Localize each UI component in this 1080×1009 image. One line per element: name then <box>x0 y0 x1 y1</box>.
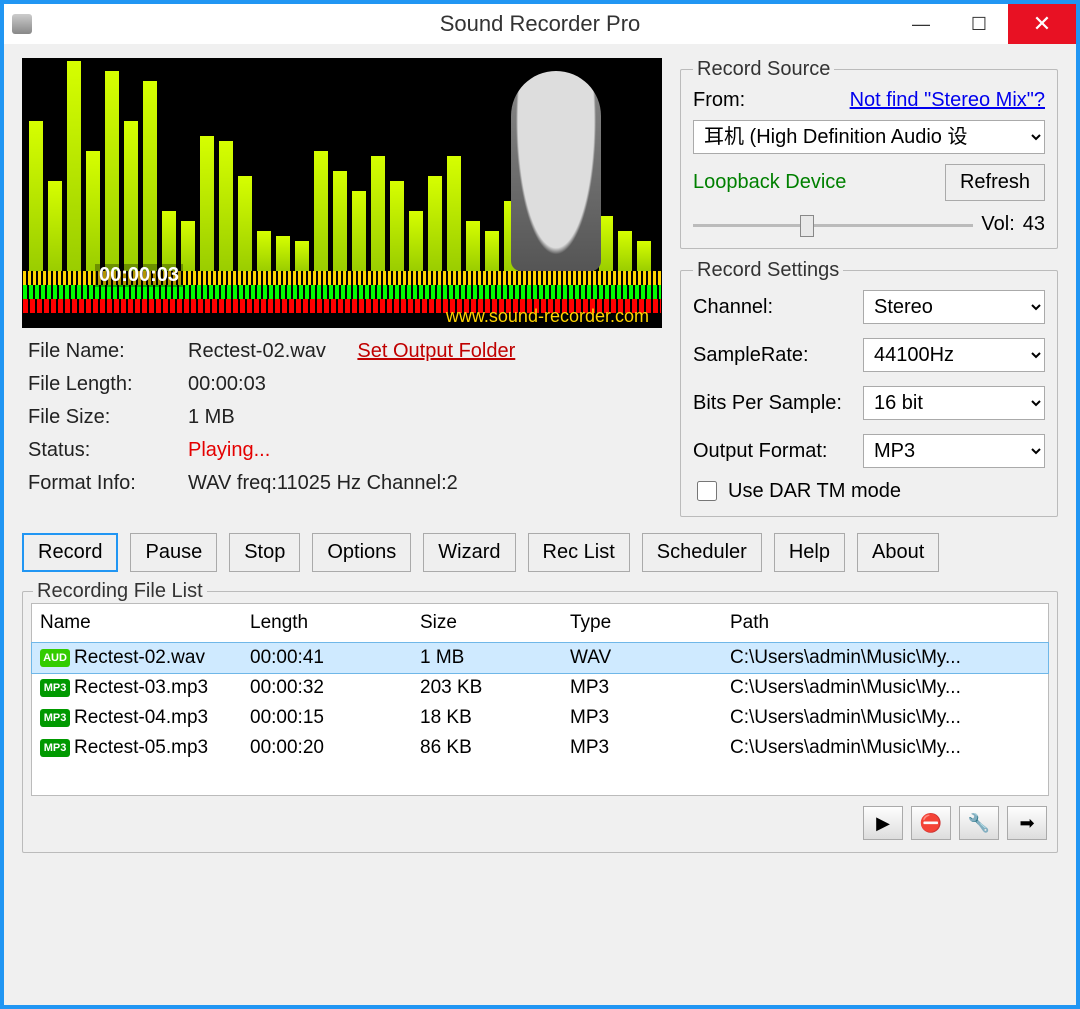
record-source-group: Record Source From: Not find "Stereo Mix… <box>680 58 1058 249</box>
output-format-select[interactable]: MP3 <box>863 434 1045 468</box>
titlebar: Sound Recorder Pro — ☐ ✕ <box>4 4 1076 44</box>
app-window: Sound Recorder Pro — ☐ ✕ 00:00:03 www.so… <box>0 0 1080 1009</box>
format-info-value: WAV freq:11025 Hz Channel:2 <box>188 472 656 495</box>
minimize-button[interactable]: — <box>892 4 950 44</box>
col-size[interactable]: Size <box>420 612 570 634</box>
about-button[interactable]: About <box>857 533 939 572</box>
volume-slider[interactable] <box>693 215 973 235</box>
dar-tm-label: Use DAR TM mode <box>728 480 901 503</box>
scheduler-button[interactable]: Scheduler <box>642 533 762 572</box>
file-type-icon: MP3 <box>40 709 70 727</box>
file-type-icon: MP3 <box>40 679 70 697</box>
dar-tm-checkbox[interactable] <box>697 481 717 501</box>
col-length[interactable]: Length <box>250 612 420 634</box>
col-name[interactable]: Name <box>40 612 250 634</box>
file-list-row[interactable]: MP3Rectest-04.mp300:00:1518 KBMP3C:\User… <box>32 703 1048 733</box>
play-file-button[interactable]: ▶ <box>863 806 903 840</box>
col-path[interactable]: Path <box>730 612 1040 634</box>
recording-file-list-legend: Recording File List <box>33 580 207 603</box>
export-file-button[interactable]: ➡ <box>1007 806 1047 840</box>
delete-file-button[interactable]: ⛔ <box>911 806 951 840</box>
channel-label: Channel: <box>693 296 853 319</box>
recording-file-list-group: Recording File List Name Length Size Typ… <box>22 580 1058 853</box>
file-name-label: File Name: <box>28 340 188 363</box>
options-button[interactable]: Options <box>312 533 411 572</box>
bits-select[interactable]: 16 bit <box>863 386 1045 420</box>
channel-select[interactable]: Stereo <box>863 290 1045 324</box>
recording-timer: 00:00:03 <box>95 264 183 287</box>
volume-label: Vol: <box>981 213 1014 236</box>
rec-list-button[interactable]: Rec List <box>528 533 630 572</box>
maximize-button[interactable]: ☐ <box>950 4 1008 44</box>
file-length-value: 00:00:03 <box>188 373 656 396</box>
file-size-value: 1 MB <box>188 406 656 429</box>
file-list-row[interactable]: AUDRectest-02.wav00:00:411 MBWAVC:\Users… <box>32 643 1048 673</box>
sample-rate-label: SampleRate: <box>693 344 853 367</box>
open-folder-button[interactable]: 🔧 <box>959 806 999 840</box>
col-type[interactable]: Type <box>570 612 730 634</box>
help-button[interactable]: Help <box>774 533 845 572</box>
file-list-row[interactable]: MP3Rectest-03.mp300:00:32203 KBMP3C:\Use… <box>32 673 1048 703</box>
bits-label: Bits Per Sample: <box>693 392 853 415</box>
main-toolbar: Record Pause Stop Options Wizard Rec Lis… <box>22 533 1058 572</box>
file-list-header: Name Length Size Type Path <box>32 604 1048 643</box>
stereo-mix-help-link[interactable]: Not find "Stereo Mix"? <box>850 89 1045 112</box>
stop-button[interactable]: Stop <box>229 533 300 572</box>
file-info-panel: File Name: Rectest-02.wav Set Output Fol… <box>22 334 662 505</box>
file-type-icon: AUD <box>40 649 70 667</box>
status-label: Status: <box>28 439 188 462</box>
output-format-label: Output Format: <box>693 440 853 463</box>
wizard-button[interactable]: Wizard <box>423 533 515 572</box>
record-settings-legend: Record Settings <box>693 259 843 282</box>
file-name-value: Rectest-02.wav <box>188 340 326 362</box>
set-output-folder-link[interactable]: Set Output Folder <box>357 340 515 362</box>
sample-rate-select[interactable]: 44100Hz <box>863 338 1045 372</box>
record-source-legend: Record Source <box>693 58 834 81</box>
visualizer: 00:00:03 www.sound-recorder.com <box>22 58 662 328</box>
file-length-label: File Length: <box>28 373 188 396</box>
website-url: www.sound-recorder.com <box>446 306 649 327</box>
refresh-button[interactable]: Refresh <box>945 164 1045 201</box>
format-info-label: Format Info: <box>28 472 188 495</box>
file-size-label: File Size: <box>28 406 188 429</box>
file-type-icon: MP3 <box>40 739 70 757</box>
microphone-icon <box>511 71 601 271</box>
loopback-device-label: Loopback Device <box>693 171 935 194</box>
record-settings-group: Record Settings Channel: Stereo SampleRa… <box>680 259 1058 517</box>
record-button[interactable]: Record <box>22 533 118 572</box>
file-list-row[interactable]: MP3Rectest-05.mp300:00:2086 KBMP3C:\User… <box>32 733 1048 763</box>
app-icon <box>12 14 32 34</box>
status-value: Playing... <box>188 439 656 462</box>
from-label: From: <box>693 89 745 112</box>
close-button[interactable]: ✕ <box>1008 4 1076 44</box>
pause-button[interactable]: Pause <box>130 533 217 572</box>
record-device-select[interactable]: 耳机 (High Definition Audio 设 <box>693 120 1045 154</box>
volume-value: 43 <box>1023 213 1045 236</box>
